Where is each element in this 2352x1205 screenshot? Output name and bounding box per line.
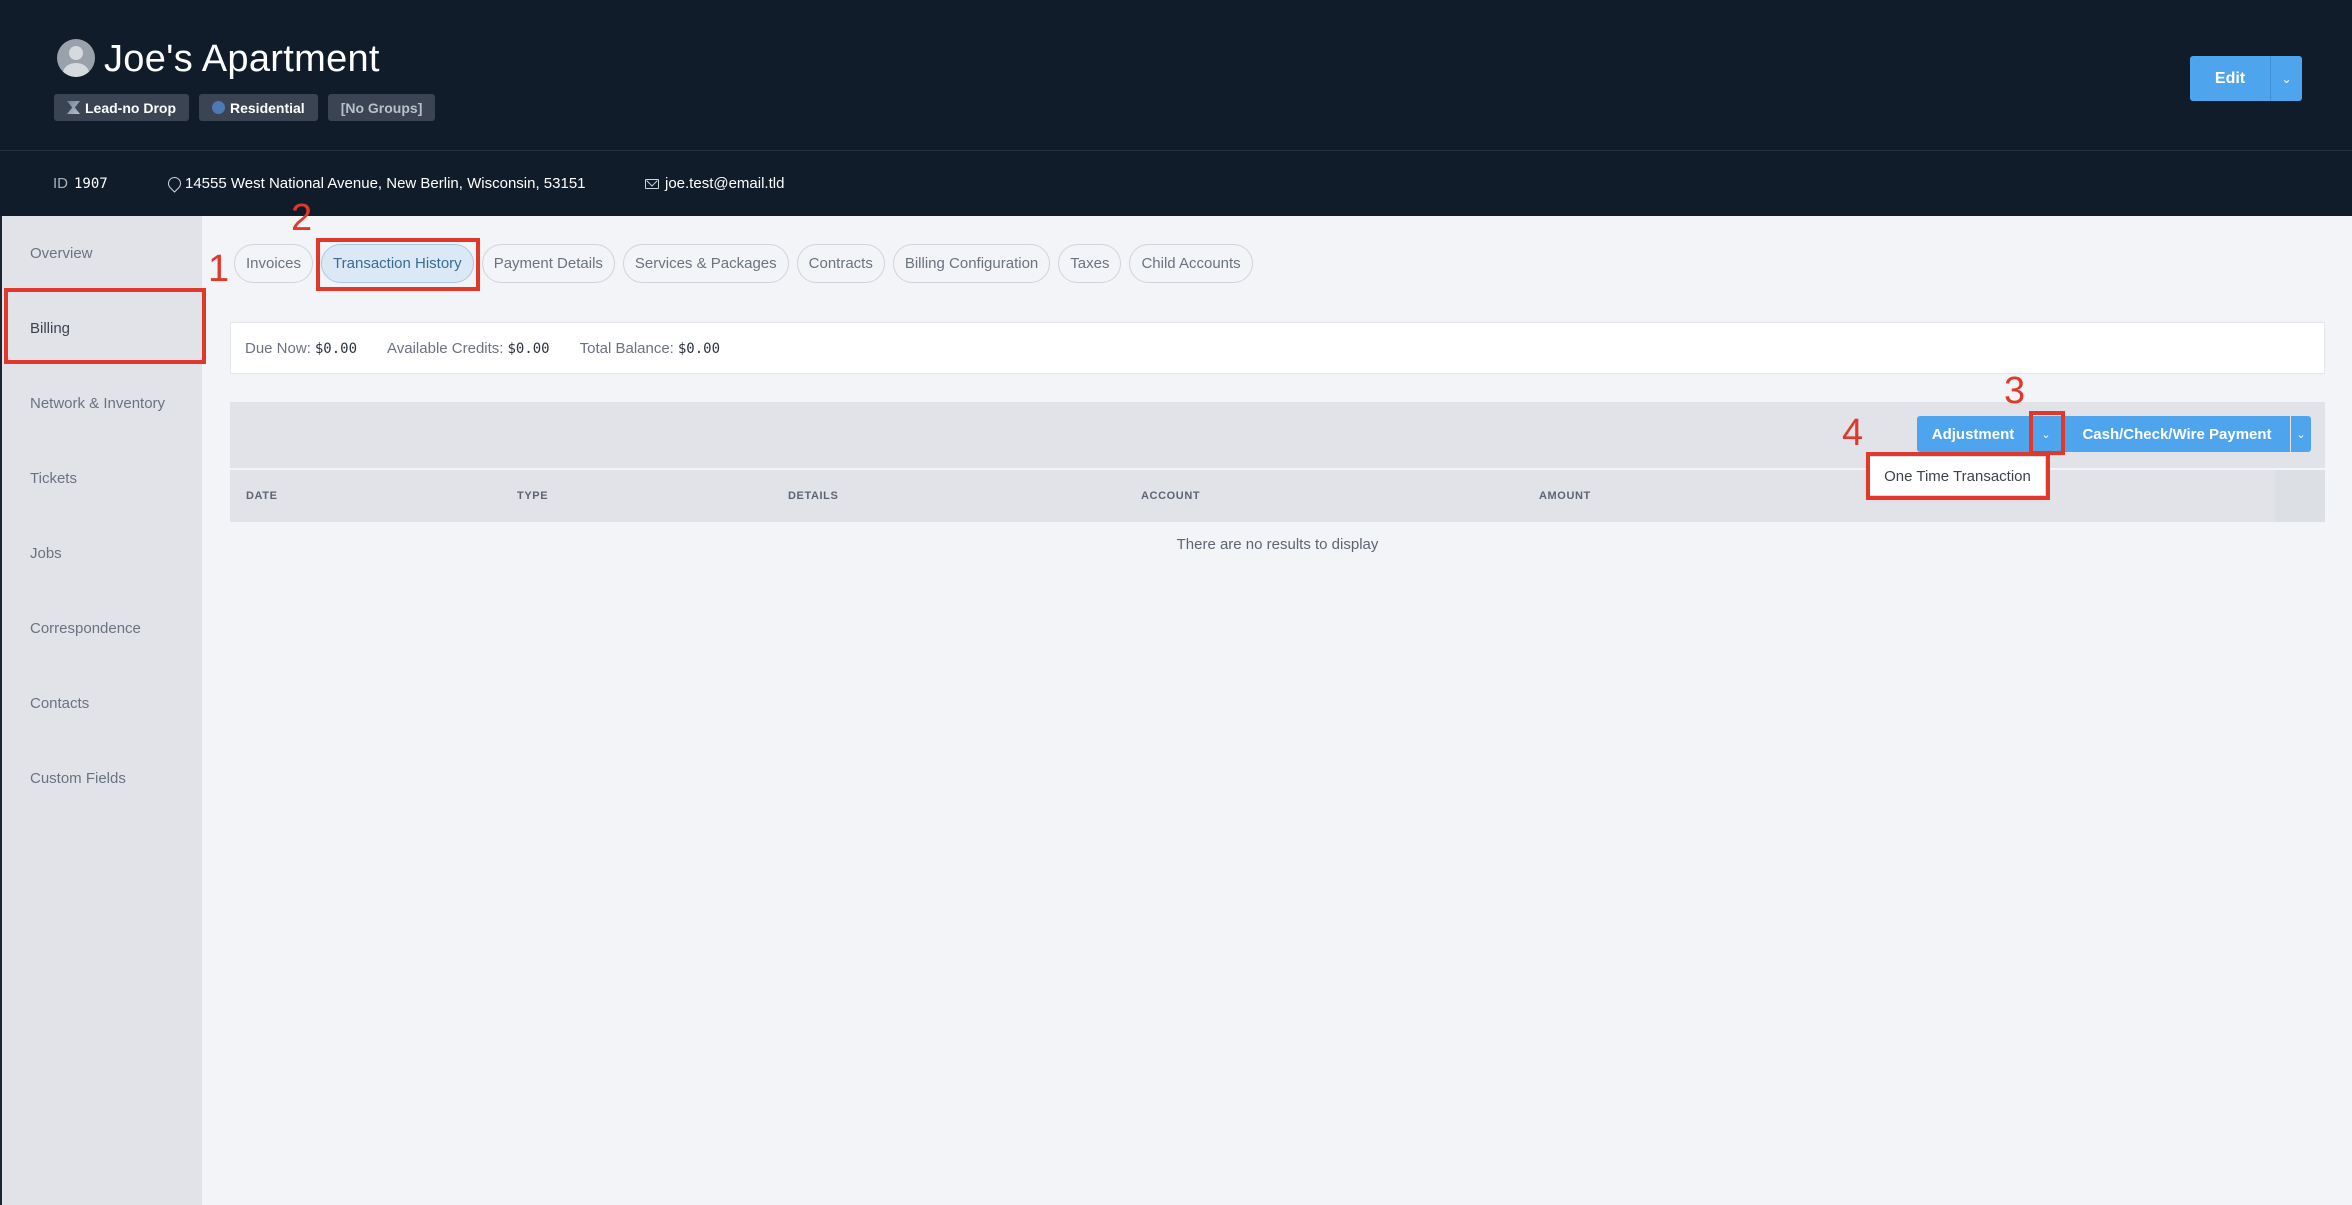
- column-account[interactable]: ACCOUNT: [1141, 490, 1200, 502]
- edit-button-label[interactable]: Edit: [2190, 56, 2270, 101]
- residential-icon: [212, 101, 225, 114]
- account-id: ID 1907: [53, 175, 108, 192]
- available-credits-value: $0.00: [507, 340, 550, 357]
- chevron-down-icon[interactable]: ⌄: [2031, 416, 2061, 452]
- tag-label: Residential: [230, 99, 305, 116]
- tag-label: [No Groups]: [340, 99, 423, 116]
- cash-check-wire-payment-button[interactable]: Cash/Check/Wire Payment: [2064, 416, 2290, 452]
- sidebar-item-correspondence[interactable]: Correspondence: [30, 620, 141, 637]
- mail-icon: [645, 178, 659, 189]
- chevron-down-icon[interactable]: ⌄: [2291, 416, 2311, 452]
- sidebar-item-contacts[interactable]: Contacts: [30, 695, 89, 712]
- avatar-icon: [57, 39, 95, 77]
- sidebar-item-billing[interactable]: Billing: [30, 320, 70, 337]
- annotation-number-4: 4: [1842, 412, 1864, 454]
- address-text[interactable]: 14555 West National Avenue, New Berlin, …: [185, 175, 586, 192]
- account-info-bar: ID 1907 14555 West National Avenue, New …: [0, 150, 2352, 216]
- annotation-number-1: 1: [208, 248, 230, 290]
- empty-state-text: There are no results to display: [1176, 536, 1379, 553]
- tag-groups[interactable]: [No Groups]: [327, 94, 436, 121]
- balance-summary: Due Now: $0.00 Available Credits: $0.00 To…: [230, 322, 2325, 374]
- total-balance: Total Balance: $0.00: [580, 340, 720, 357]
- available-credits: Available Credits: $0.00: [387, 340, 550, 357]
- sidebar-item-custom-fields[interactable]: Custom Fields: [30, 770, 126, 787]
- sidebar-item-overview[interactable]: Overview: [30, 245, 93, 262]
- edit-button[interactable]: Edit ⌄: [2190, 56, 2302, 101]
- account-header: Joe's Apartment Lead-no Drop Residential…: [0, 0, 2352, 150]
- tab-transaction-history[interactable]: Transaction History: [321, 244, 474, 283]
- column-actions: [2275, 470, 2325, 522]
- lead-icon: [67, 101, 80, 114]
- account-id-value: 1907: [74, 175, 108, 192]
- total-balance-label: Total Balance:: [579, 339, 674, 357]
- tag-residential[interactable]: Residential: [199, 94, 318, 121]
- column-date[interactable]: DATE: [246, 490, 278, 502]
- tab-taxes[interactable]: Taxes: [1058, 244, 1122, 283]
- sidebar: Overview Billing Network & Inventory Tic…: [0, 216, 202, 1205]
- due-now-label: Due Now:: [245, 339, 311, 357]
- tab-contracts[interactable]: Contracts: [796, 244, 885, 283]
- tag-label: Lead-no Drop: [85, 99, 176, 116]
- tag-lead-no-drop[interactable]: Lead-no Drop: [54, 94, 189, 121]
- column-details[interactable]: DETAILS: [788, 490, 838, 502]
- tab-payment-details[interactable]: Payment Details: [481, 244, 615, 283]
- page-title: Joe's Apartment: [104, 38, 380, 80]
- total-balance-value: $0.00: [677, 340, 721, 357]
- tag-list: Lead-no Drop Residential [No Groups]: [54, 94, 436, 121]
- tab-billing-configuration[interactable]: Billing Configuration: [892, 244, 1051, 283]
- available-credits-label: Available Credits:: [387, 339, 504, 357]
- chevron-down-icon[interactable]: ⌄: [2270, 56, 2302, 101]
- tab-services-packages[interactable]: Services & Packages: [622, 244, 789, 283]
- due-now-value: $0.00: [314, 340, 358, 357]
- due-now: Due Now: $0.00: [245, 340, 357, 357]
- annotation-number-3: 3: [2004, 370, 2026, 412]
- sidebar-item-jobs[interactable]: Jobs: [30, 545, 62, 562]
- account-id-label: ID: [53, 175, 68, 192]
- sidebar-item-tickets[interactable]: Tickets: [30, 470, 77, 487]
- column-type[interactable]: TYPE: [517, 490, 548, 502]
- account-email: joe.test@email.tld: [645, 175, 784, 192]
- column-amount[interactable]: AMOUNT: [1539, 490, 1591, 502]
- tab-invoices[interactable]: Invoices: [234, 244, 314, 283]
- adjustment-button[interactable]: Adjustment: [1917, 416, 2029, 452]
- tab-child-accounts[interactable]: Child Accounts: [1129, 244, 1253, 283]
- one-time-transaction-menu-item[interactable]: One Time Transaction: [1869, 456, 2046, 496]
- billing-tabs: Invoices Transaction History Payment Det…: [234, 244, 1253, 283]
- account-address: 14555 West National Avenue, New Berlin, …: [168, 175, 586, 192]
- sidebar-item-network-inventory[interactable]: Network & Inventory: [30, 395, 165, 412]
- email-text[interactable]: joe.test@email.tld: [665, 175, 784, 192]
- annotation-number-2: 2: [291, 197, 313, 239]
- map-pin-icon: [168, 177, 179, 191]
